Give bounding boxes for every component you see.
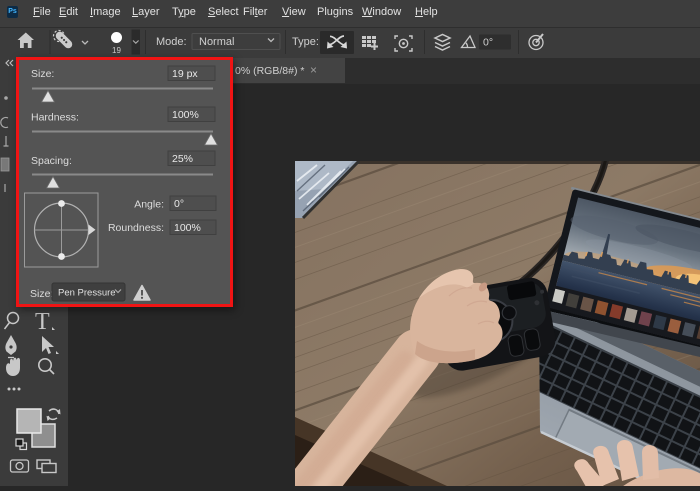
svg-text:Angle:: Angle: <box>134 199 164 211</box>
svg-text:100%: 100% <box>174 222 201 234</box>
svg-text:19: 19 <box>112 46 121 55</box>
svg-text:0°: 0° <box>483 37 493 49</box>
svg-text:19 px: 19 px <box>172 68 198 80</box>
svg-text:Size:: Size: <box>31 68 54 80</box>
svg-text:100%: 100% <box>172 109 199 121</box>
svg-text:Hardness:: Hardness: <box>31 112 79 124</box>
svg-text:25%: 25% <box>172 153 193 165</box>
svg-text:Spacing:: Spacing: <box>31 155 72 167</box>
svg-text:Roundness:: Roundness: <box>108 222 164 234</box>
svg-text:Type:: Type: <box>292 36 319 48</box>
svg-text:T: T <box>35 309 50 335</box>
svg-text:Size:: Size: <box>30 288 53 300</box>
svg-text:Mode:: Mode: <box>156 36 187 48</box>
svg-text:Normal: Normal <box>199 36 234 48</box>
svg-text:0°: 0° <box>174 198 184 210</box>
svg-text:Pen Pressure: Pen Pressure <box>58 288 116 299</box>
